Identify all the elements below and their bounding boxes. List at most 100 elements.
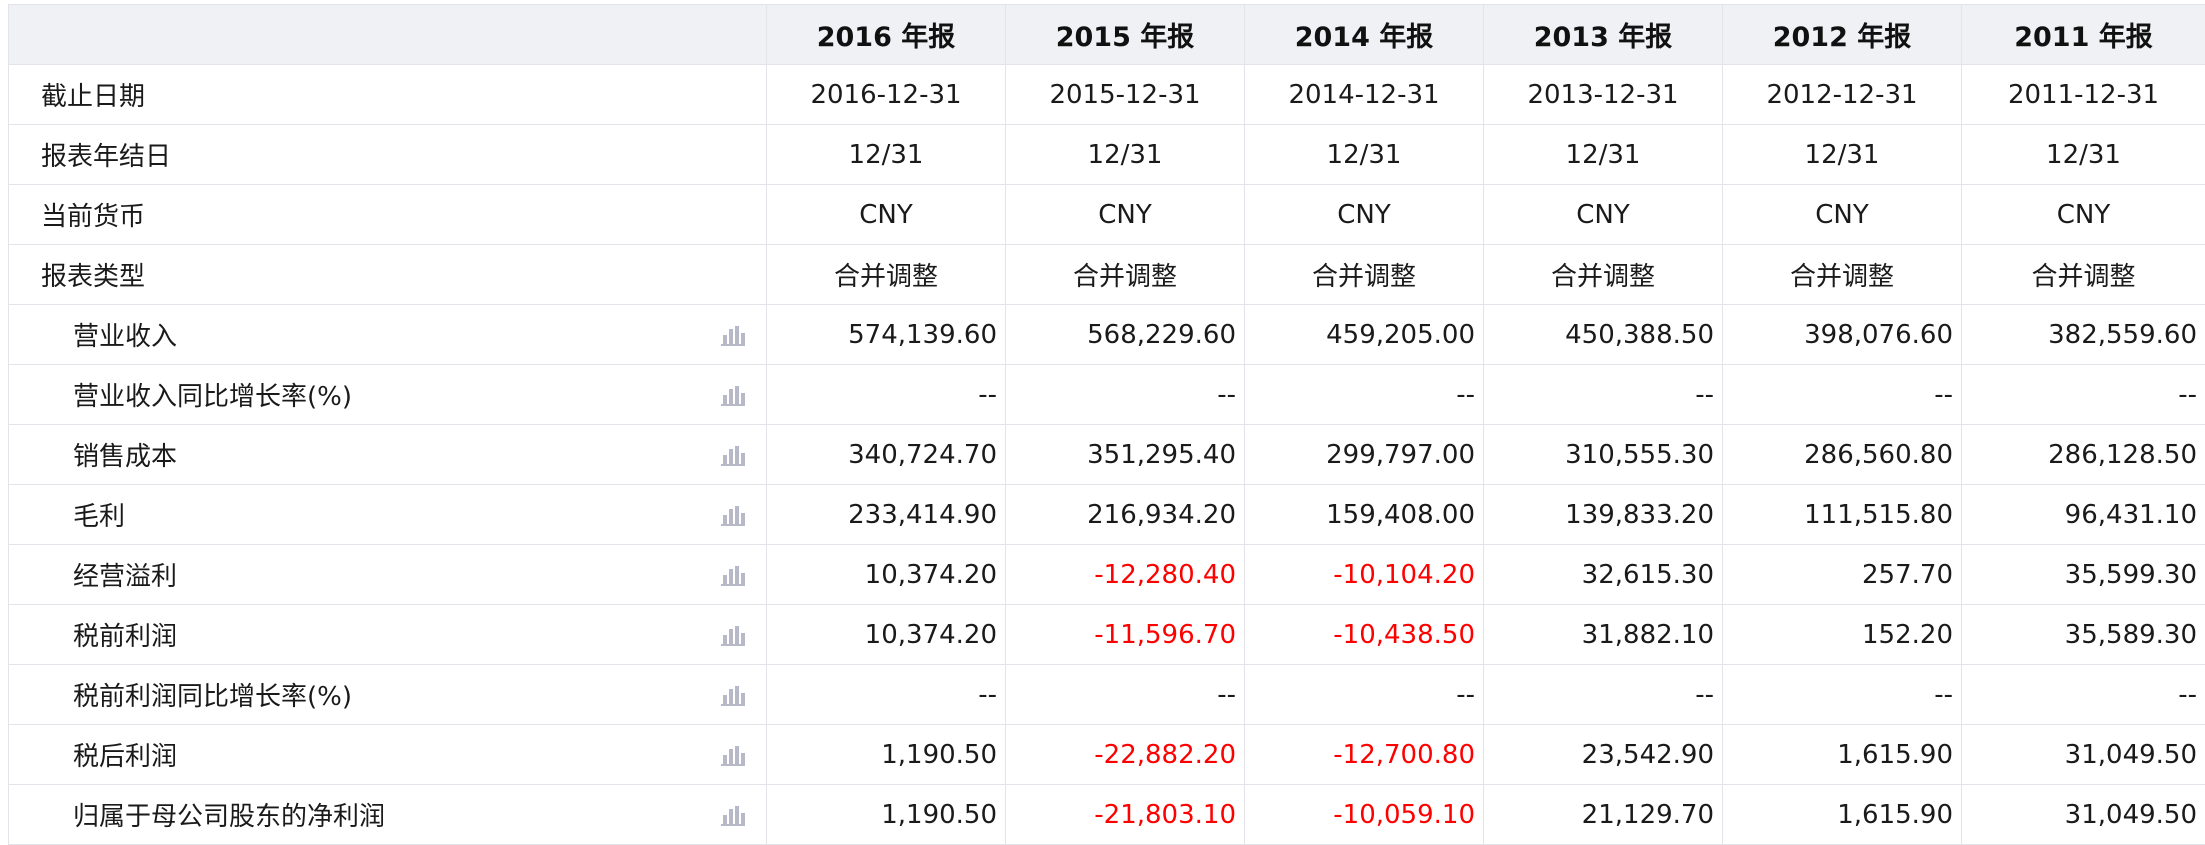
bar-chart-icon[interactable] [720,503,746,527]
value-cell-2015: 351,295.40 [1006,425,1245,485]
value-cell-2015: 216,934.20 [1006,485,1245,545]
value-cell-2015: -- [1006,665,1245,725]
value-cell-2011: 12/31 [1962,125,2205,185]
header-corner-cell [9,5,767,65]
row-label: 税前利润 [73,622,177,652]
value-cell-2012: -- [1723,365,1962,425]
value-cell-2013: 32,615.30 [1484,545,1723,605]
value-cell-2014: -10,104.20 [1245,545,1484,605]
column-header-2013: 2013 年报 [1484,5,1723,65]
table-row: 营业收入同比增长率(%)------------ [9,365,2205,425]
value-cell-2015: -- [1006,365,1245,425]
value-cell-2014: 2014-12-31 [1245,65,1484,125]
value-cell-2015: -12,280.40 [1006,545,1245,605]
value-cell-2015: -22,882.20 [1006,725,1245,785]
bar-chart-icon[interactable] [720,803,746,827]
bar-chart-icon[interactable] [720,563,746,587]
value-cell-2011: 31,049.50 [1962,785,2205,845]
table-row: 销售成本340,724.70351,295.40299,797.00310,55… [9,425,2205,485]
row-label-cell: 经营溢利 [9,545,767,605]
row-label: 归属于母公司股东的净利润 [73,802,385,832]
table-row: 归属于母公司股东的净利润1,190.50-21,803.10-10,059.10… [9,785,2205,845]
value-cell-2015: 568,229.60 [1006,305,1245,365]
row-label: 销售成本 [73,442,177,472]
value-cell-2012: -- [1723,665,1962,725]
value-cell-2012: 2012-12-31 [1723,65,1962,125]
row-label-cell: 税后利润 [9,725,767,785]
row-label-cell: 毛利 [9,485,767,545]
value-cell-2011: 286,128.50 [1962,425,2205,485]
value-cell-2016: 1,190.50 [767,725,1006,785]
value-cell-2014: 合并调整 [1245,245,1484,305]
value-cell-2013: 21,129.70 [1484,785,1723,845]
bar-chart-icon[interactable] [720,383,746,407]
table-row: 截止日期2016-12-312015-12-312014-12-312013-1… [9,65,2205,125]
value-cell-2016: 10,374.20 [767,545,1006,605]
value-cell-2013: 2013-12-31 [1484,65,1723,125]
value-cell-2016: -- [767,365,1006,425]
row-label: 营业收入 [73,322,177,352]
row-label-cell: 归属于母公司股东的净利润 [9,785,767,845]
value-cell-2011: 35,589.30 [1962,605,2205,665]
value-cell-2012: 398,076.60 [1723,305,1962,365]
value-cell-2014: 12/31 [1245,125,1484,185]
value-cell-2012: CNY [1723,185,1962,245]
bar-chart-icon[interactable] [720,743,746,767]
table-row: 税前利润同比增长率(%)------------ [9,665,2205,725]
bar-chart-icon[interactable] [720,623,746,647]
value-cell-2012: 152.20 [1723,605,1962,665]
value-cell-2014: 459,205.00 [1245,305,1484,365]
value-cell-2016: CNY [767,185,1006,245]
value-cell-2014: -- [1245,365,1484,425]
value-cell-2013: -- [1484,665,1723,725]
table-row: 营业收入574,139.60568,229.60459,205.00450,38… [9,305,2205,365]
row-label-cell: 当前货币 [9,185,767,245]
table-row: 经营溢利 10,374.20-12,280.40-10,104.2032,615.… [9,545,2205,605]
table-row: 当前货币CNYCNYCNYCNYCNYCNY [9,185,2205,245]
row-label-cell: 截止日期 [9,65,767,125]
value-cell-2011: 2011-12-31 [1962,65,2205,125]
value-cell-2012: 286,560.80 [1723,425,1962,485]
value-cell-2013: 23,542.90 [1484,725,1723,785]
row-label-cell: 销售成本 [9,425,767,485]
bar-chart-icon[interactable] [720,443,746,467]
bar-chart-icon[interactable] [720,323,746,347]
row-label-cell: 营业收入同比增长率(%) [9,365,767,425]
value-cell-2012: 1,615.90 [1723,725,1962,785]
bar-chart-icon[interactable] [720,683,746,707]
row-label-cell: 报表类型 [9,245,767,305]
value-cell-2013: CNY [1484,185,1723,245]
value-cell-2014: 299,797.00 [1245,425,1484,485]
value-cell-2011: -- [1962,365,2205,425]
value-cell-2014: -10,438.50 [1245,605,1484,665]
row-label: 当前货币 [41,202,145,232]
row-label: 营业收入同比增长率(%) [73,382,352,412]
value-cell-2016: 1,190.50 [767,785,1006,845]
value-cell-2014: 159,408.00 [1245,485,1484,545]
value-cell-2016: 合并调整 [767,245,1006,305]
value-cell-2013: 450,388.50 [1484,305,1723,365]
value-cell-2011: 382,559.60 [1962,305,2205,365]
column-header-2014: 2014 年报 [1245,5,1484,65]
value-cell-2014: -10,059.10 [1245,785,1484,845]
value-cell-2012: 合并调整 [1723,245,1962,305]
value-cell-2011: 31,049.50 [1962,725,2205,785]
table-row: 报表年结日12/3112/3112/3112/3112/3112/31 [9,125,2205,185]
row-label: 毛利 [73,502,125,532]
value-cell-2011: 合并调整 [1962,245,2205,305]
value-cell-2015: CNY [1006,185,1245,245]
value-cell-2013: -- [1484,365,1723,425]
value-cell-2016: 2016-12-31 [767,65,1006,125]
column-header-2015: 2015 年报 [1006,5,1245,65]
value-cell-2012: 12/31 [1723,125,1962,185]
row-label-cell: 税前利润同比增长率(%) [9,665,767,725]
row-label: 经营溢利 [73,562,177,592]
column-header-2011: 2011 年报 [1962,5,2205,65]
value-cell-2016: 233,414.90 [767,485,1006,545]
row-label: 报表类型 [41,262,145,292]
value-cell-2014: -12,700.80 [1245,725,1484,785]
value-cell-2013: 31,882.10 [1484,605,1723,665]
value-cell-2015: 2015-12-31 [1006,65,1245,125]
row-label-cell: 税前利润 [9,605,767,665]
value-cell-2016: -- [767,665,1006,725]
